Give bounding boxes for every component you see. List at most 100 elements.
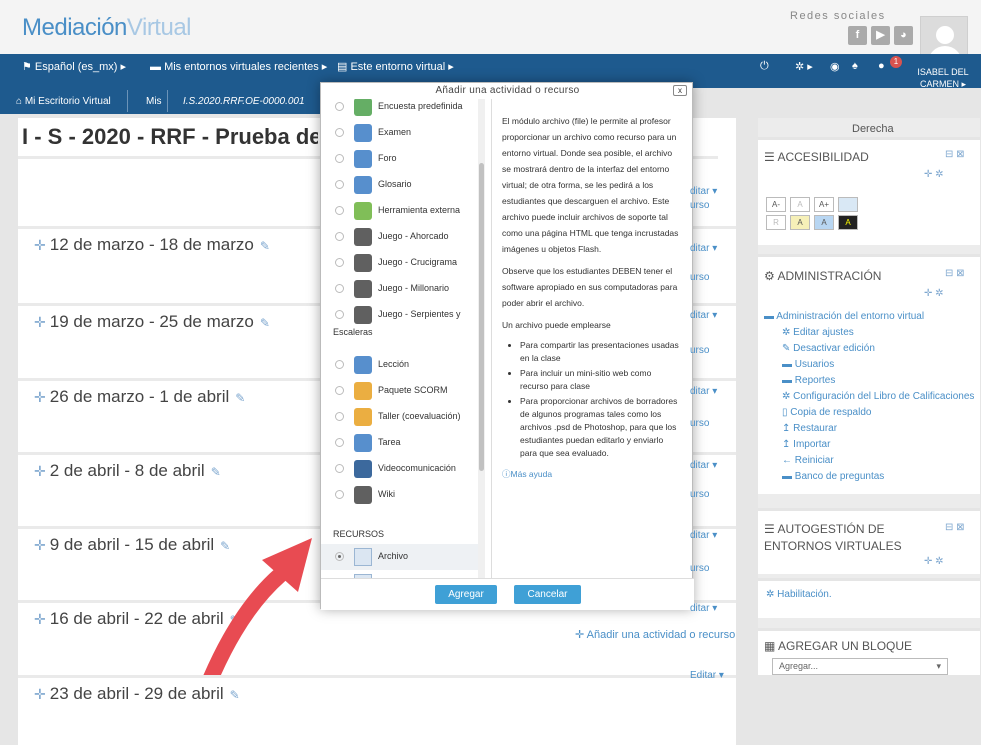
admin-link-question-bank[interactable]: ▬ Banco de preguntas [782,471,884,482]
block-collapse-icon[interactable]: ⊟ ⊠ [945,522,965,533]
close-icon[interactable]: x [673,85,687,96]
language-menu[interactable]: ⚑ Español (es_mx) ▸ [22,60,126,73]
activity-option[interactable]: Taller (coevaluación) [321,404,481,430]
recent-envs-menu[interactable]: ▬ Mis entornos virtuales recientes ▸ [150,60,327,73]
power-icon[interactable]: ⏻ [760,60,769,73]
activity-option[interactable]: Herramienta externa [321,198,481,224]
contrast-blue-button[interactable]: A [814,215,834,230]
radio-button[interactable] [335,386,344,395]
radio-button[interactable] [335,258,344,267]
move-icon[interactable]: ✛ [34,537,46,553]
admin-link-edit-off[interactable]: ✎ Desactivar edición [782,343,875,354]
this-env-menu[interactable]: ▤ Este entorno virtual ▸ [337,60,454,73]
admin-link-reset[interactable]: ← Reiniciar [782,455,834,466]
scrollbar-thumb[interactable] [479,163,484,471]
move-icon[interactable]: ✛ ✲ [924,556,944,567]
font-decrease-button[interactable]: A- [766,197,786,212]
edit-pencil-icon[interactable]: ✎ [260,316,270,330]
add-resource-link[interactable]: urso [690,345,709,356]
edit-pencil-icon[interactable]: ✎ [230,688,240,702]
radio-button[interactable] [335,206,344,215]
add-resource-link[interactable]: urso [690,200,709,211]
admin-link-settings[interactable]: ✲ Editar ajustes [782,327,854,338]
move-icon[interactable]: ✛ [34,389,46,405]
contrast-reset-button[interactable]: R [766,215,786,230]
admin-link-root[interactable]: ▬ Administración del entorno virtual [764,311,924,322]
gear-icon[interactable]: ✲ ▸ [795,60,813,73]
cancel-button[interactable]: Cancelar [514,585,581,604]
move-icon[interactable]: ✛ [34,237,46,253]
activity-option[interactable]: Juego - Serpientes y [321,302,481,328]
breadcrumb-course[interactable]: I.S.2020.RRF.OE-0000.001 [183,96,305,107]
habilitacion-link[interactable]: ✲ Habilitación. [766,589,832,600]
edit-menu[interactable]: ditar ▾ [690,386,717,397]
edit-menu[interactable]: ditar ▾ [690,186,717,197]
add-block-select[interactable]: Agregar... ▾ [772,658,948,675]
edit-pencil-icon[interactable]: ✎ [260,239,270,253]
activity-option[interactable]: Foro [321,146,481,172]
activity-option[interactable]: Juego - Crucigrama [321,250,481,276]
add-button[interactable]: Agregar [435,585,497,604]
edit-menu[interactable]: ditar ▾ [690,460,717,471]
contrast-yellow-button[interactable]: A [790,215,810,230]
move-icon[interactable]: ✛ ✲ [924,288,944,299]
move-icon[interactable]: ✛ [34,463,46,479]
activity-option[interactable]: Tarea [321,430,481,456]
edit-menu[interactable]: ditar ▾ [690,530,717,541]
add-resource-link[interactable]: urso [690,272,709,283]
chat-icon[interactable]: ● [878,60,885,72]
radio-button[interactable] [335,412,344,421]
facebook-icon[interactable]: f [848,26,867,45]
radio-button[interactable] [335,310,344,319]
add-resource-link[interactable]: urso [690,489,709,500]
target-icon[interactable]: ◉ [830,60,840,73]
more-help-link[interactable]: ⓘMás ayuda [502,466,681,482]
add-resource-link[interactable]: urso [690,563,709,574]
admin-link-users[interactable]: ▬ Usuarios [782,359,834,370]
admin-link-restore[interactable]: ↥ Restaurar [782,423,837,434]
user-menu[interactable]: ISABEL DEL CARMEN ▸ [913,66,973,90]
site-logo[interactable]: MediaciónVirtual [22,14,192,42]
admin-link-gradebook[interactable]: ✲ Configuración del Libro de Calificacio… [782,391,974,402]
save-settings-icon[interactable] [838,197,858,212]
edit-pencil-icon[interactable]: ✎ [211,465,221,479]
block-collapse-icon[interactable]: ⊟ ⊠ [945,268,965,279]
section-title[interactable]: ✛ 2 de abril - 8 de abril ✎ [34,461,221,481]
activity-option[interactable]: Examen [321,120,481,146]
radio-button[interactable] [335,284,344,293]
section-title[interactable]: ✛ 26 de marzo - 1 de abril ✎ [34,387,245,407]
section-title[interactable]: ✛ 12 de marzo - 18 de marzo ✎ [34,235,270,255]
activity-option[interactable]: Glosario [321,172,481,198]
radio-button[interactable] [335,102,344,111]
move-icon[interactable]: ✛ [34,611,46,627]
radio-button[interactable] [335,360,344,369]
radio-button[interactable] [335,464,344,473]
radio-button[interactable] [335,490,344,499]
radio-button[interactable] [335,154,344,163]
admin-link-backup[interactable]: ▯ Copia de respaldo [782,407,871,418]
radio-button[interactable] [335,232,344,241]
activity-option[interactable]: Videocomunicación [321,456,481,482]
edit-menu[interactable]: Editar ▾ [690,670,724,681]
radio-button[interactable] [335,180,344,189]
font-increase-button[interactable]: A+ [814,197,834,212]
activity-option[interactable]: Wiki [321,482,481,508]
admin-link-reports[interactable]: ▬ Reportes [782,375,835,386]
activity-option[interactable]: Juego - Ahorcado [321,224,481,250]
edit-menu[interactable]: ditar ▾ [690,310,717,321]
user-avatar[interactable] [920,16,968,54]
contrast-black-button[interactable]: A [838,215,858,230]
block-collapse-icon[interactable]: ⊟ ⊠ [945,149,965,160]
bell-icon[interactable]: ♠ [852,60,858,72]
radio-button[interactable] [335,128,344,137]
list-scrollbar[interactable] [478,99,485,578]
globe-icon[interactable]: ◕ [894,26,913,45]
move-icon[interactable]: ✛ [34,314,46,330]
youtube-icon[interactable]: ▶ [871,26,890,45]
edit-menu[interactable]: ditar ▾ [690,243,717,254]
radio-button[interactable] [335,438,344,447]
section-title[interactable]: ✛ 19 de marzo - 25 de marzo ✎ [34,312,270,332]
font-reset-button[interactable]: A [790,197,810,212]
edit-pencil-icon[interactable]: ✎ [235,391,245,405]
add-activity-link[interactable]: ✛ Añadir una actividad o recurso [575,628,735,641]
